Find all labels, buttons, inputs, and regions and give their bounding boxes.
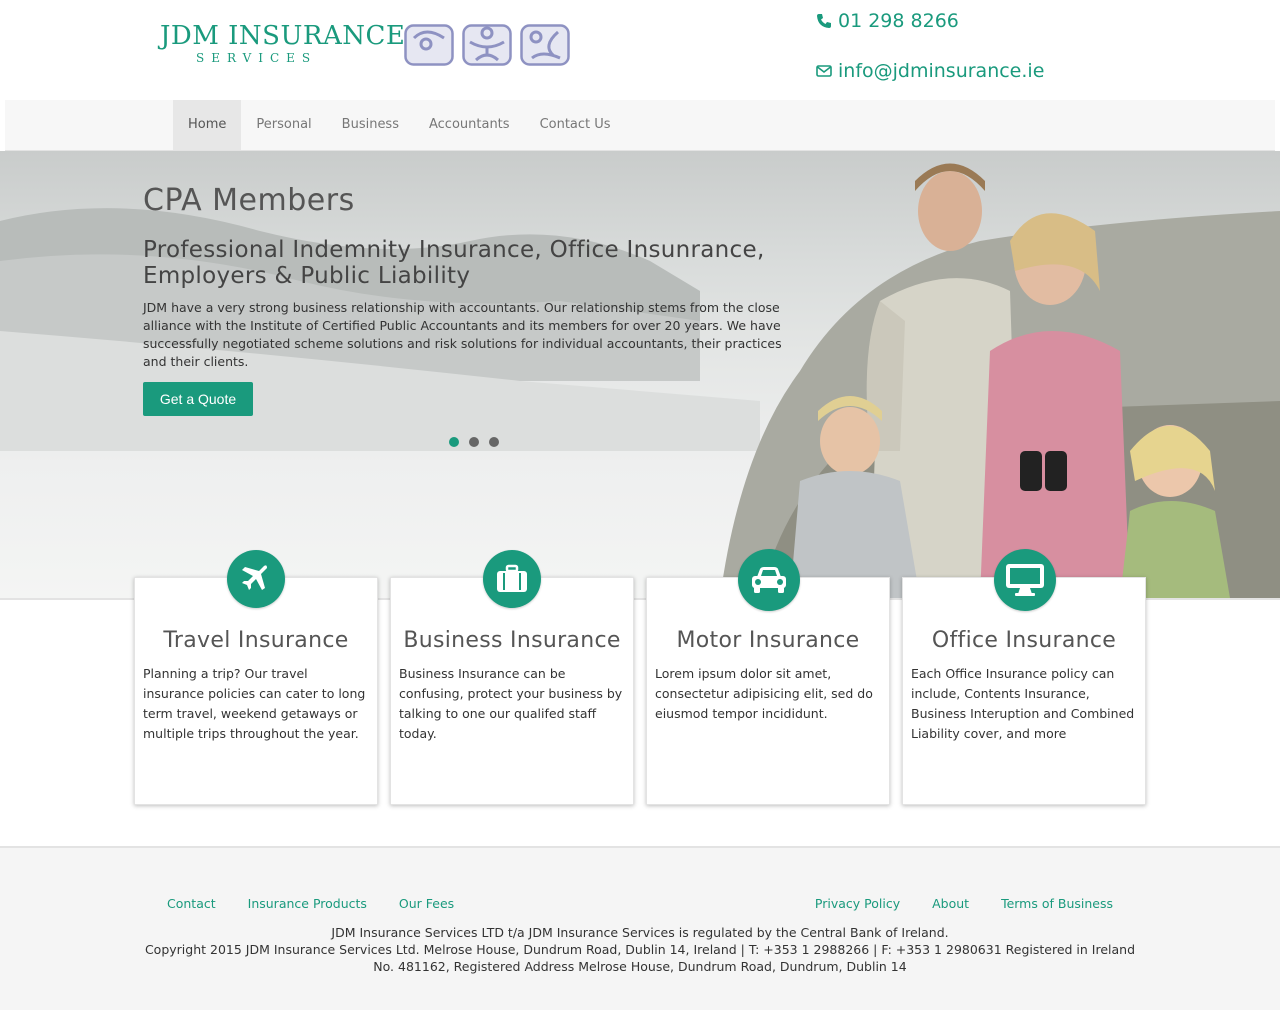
logo-person-figure-icon	[462, 24, 512, 66]
logo-arm-figure-icon	[520, 24, 570, 66]
service-title[interactable]: Motor Insurance	[647, 628, 889, 653]
carousel-dot-3[interactable]	[489, 437, 499, 447]
carousel-indicators	[449, 437, 499, 447]
service-title[interactable]: Travel Insurance	[135, 628, 377, 653]
logo-eye-figure-icon	[404, 24, 454, 66]
car-icon-glyph	[752, 567, 786, 593]
service-text: Each Office Insurance policy can include…	[911, 666, 1135, 741]
hero-title: CPA Members	[143, 183, 355, 218]
phone-number: 01 298 8266	[838, 10, 959, 32]
site-header: JDM INSURANCE SERVICES 01 298 8266 info@…	[0, 0, 1280, 100]
service-card-office: Office Insurance Each Office Insurance p…	[902, 577, 1146, 805]
footer-link-about[interactable]: About	[932, 896, 969, 911]
footer-regulation-text: JDM Insurance Services LTD t/a JDM Insur…	[331, 925, 949, 940]
email-address: info@jdminsurance.ie	[838, 60, 1045, 82]
service-title[interactable]: Business Insurance	[391, 628, 633, 653]
service-title[interactable]: Office Insurance	[903, 628, 1145, 653]
footer-link-our-fees[interactable]: Our Fees	[399, 896, 454, 911]
main-navbar: Home Personal Business Accountants Conta…	[5, 100, 1275, 151]
briefcase-icon[interactable]	[483, 550, 541, 608]
service-card-travel: Travel Insurance Planning a trip? Our tr…	[134, 577, 378, 805]
nav-item-home[interactable]: Home	[173, 100, 242, 150]
get-a-quote-button[interactable]: Get a Quote	[143, 382, 253, 416]
hero-family-photo	[0, 163, 1280, 598]
envelope-icon	[816, 65, 832, 77]
header-phone[interactable]: 01 298 8266	[816, 10, 959, 32]
logo[interactable]: JDM INSURANCE SERVICES	[160, 22, 405, 66]
footer-link-insurance-products[interactable]: Insurance Products	[248, 896, 367, 911]
phone-icon	[817, 14, 831, 28]
monitor-icon[interactable]	[994, 549, 1056, 611]
header-email[interactable]: info@jdminsurance.ie	[816, 60, 1044, 82]
nav-list: Home Personal Business Accountants Conta…	[173, 100, 626, 150]
logo-figures	[404, 24, 570, 66]
hero-carousel: CPA Members Professional Indemnity Insur…	[0, 151, 1280, 600]
carousel-dot-1[interactable]	[449, 437, 459, 447]
service-text: Business Insurance can be confusing, pro…	[399, 666, 623, 741]
logo-sub-text: SERVICES	[196, 51, 318, 65]
site-footer: Contact Insurance Products Our Fees Priv…	[0, 846, 1280, 1010]
footer-copyright-text: Copyright 2015 JDM Insurance Services Lt…	[144, 942, 1136, 974]
footer-links-right: Privacy Policy About Terms of Business	[815, 896, 1113, 911]
footer-link-terms-of-business[interactable]: Terms of Business	[1001, 896, 1113, 911]
nav-item-business[interactable]: Business	[327, 100, 414, 150]
hero-text: JDM have a very strong business relation…	[143, 300, 782, 369]
logo-main-text: JDM INSURANCE	[160, 21, 406, 51]
nav-item-personal[interactable]: Personal	[241, 100, 326, 150]
car-icon[interactable]	[738, 549, 800, 611]
service-card-motor: Motor Insurance Lorem ipsum dolor sit am…	[646, 577, 890, 805]
plane-icon-glyph	[242, 565, 268, 590]
plane-icon[interactable]	[227, 550, 285, 608]
footer-legal: JDM Insurance Services LTD t/a JDM Insur…	[140, 924, 1140, 975]
nav-item-accountants[interactable]: Accountants	[414, 100, 525, 150]
carousel-dot-2[interactable]	[469, 437, 479, 447]
briefcase-icon-glyph	[497, 564, 527, 592]
monitor-icon-glyph	[1006, 564, 1044, 596]
hero-subtitle: Professional Indemnity Insurance, Office…	[143, 237, 765, 289]
nav-item-contact-us[interactable]: Contact Us	[525, 100, 626, 150]
footer-links-left: Contact Insurance Products Our Fees	[167, 896, 454, 911]
service-card-business: Business Insurance Business Insurance ca…	[390, 577, 634, 805]
service-text: Lorem ipsum dolor sit amet, consectetur …	[655, 666, 873, 721]
service-text: Planning a trip? Our travel insurance po…	[143, 666, 366, 741]
footer-link-privacy-policy[interactable]: Privacy Policy	[815, 896, 900, 911]
footer-link-contact[interactable]: Contact	[167, 896, 216, 911]
